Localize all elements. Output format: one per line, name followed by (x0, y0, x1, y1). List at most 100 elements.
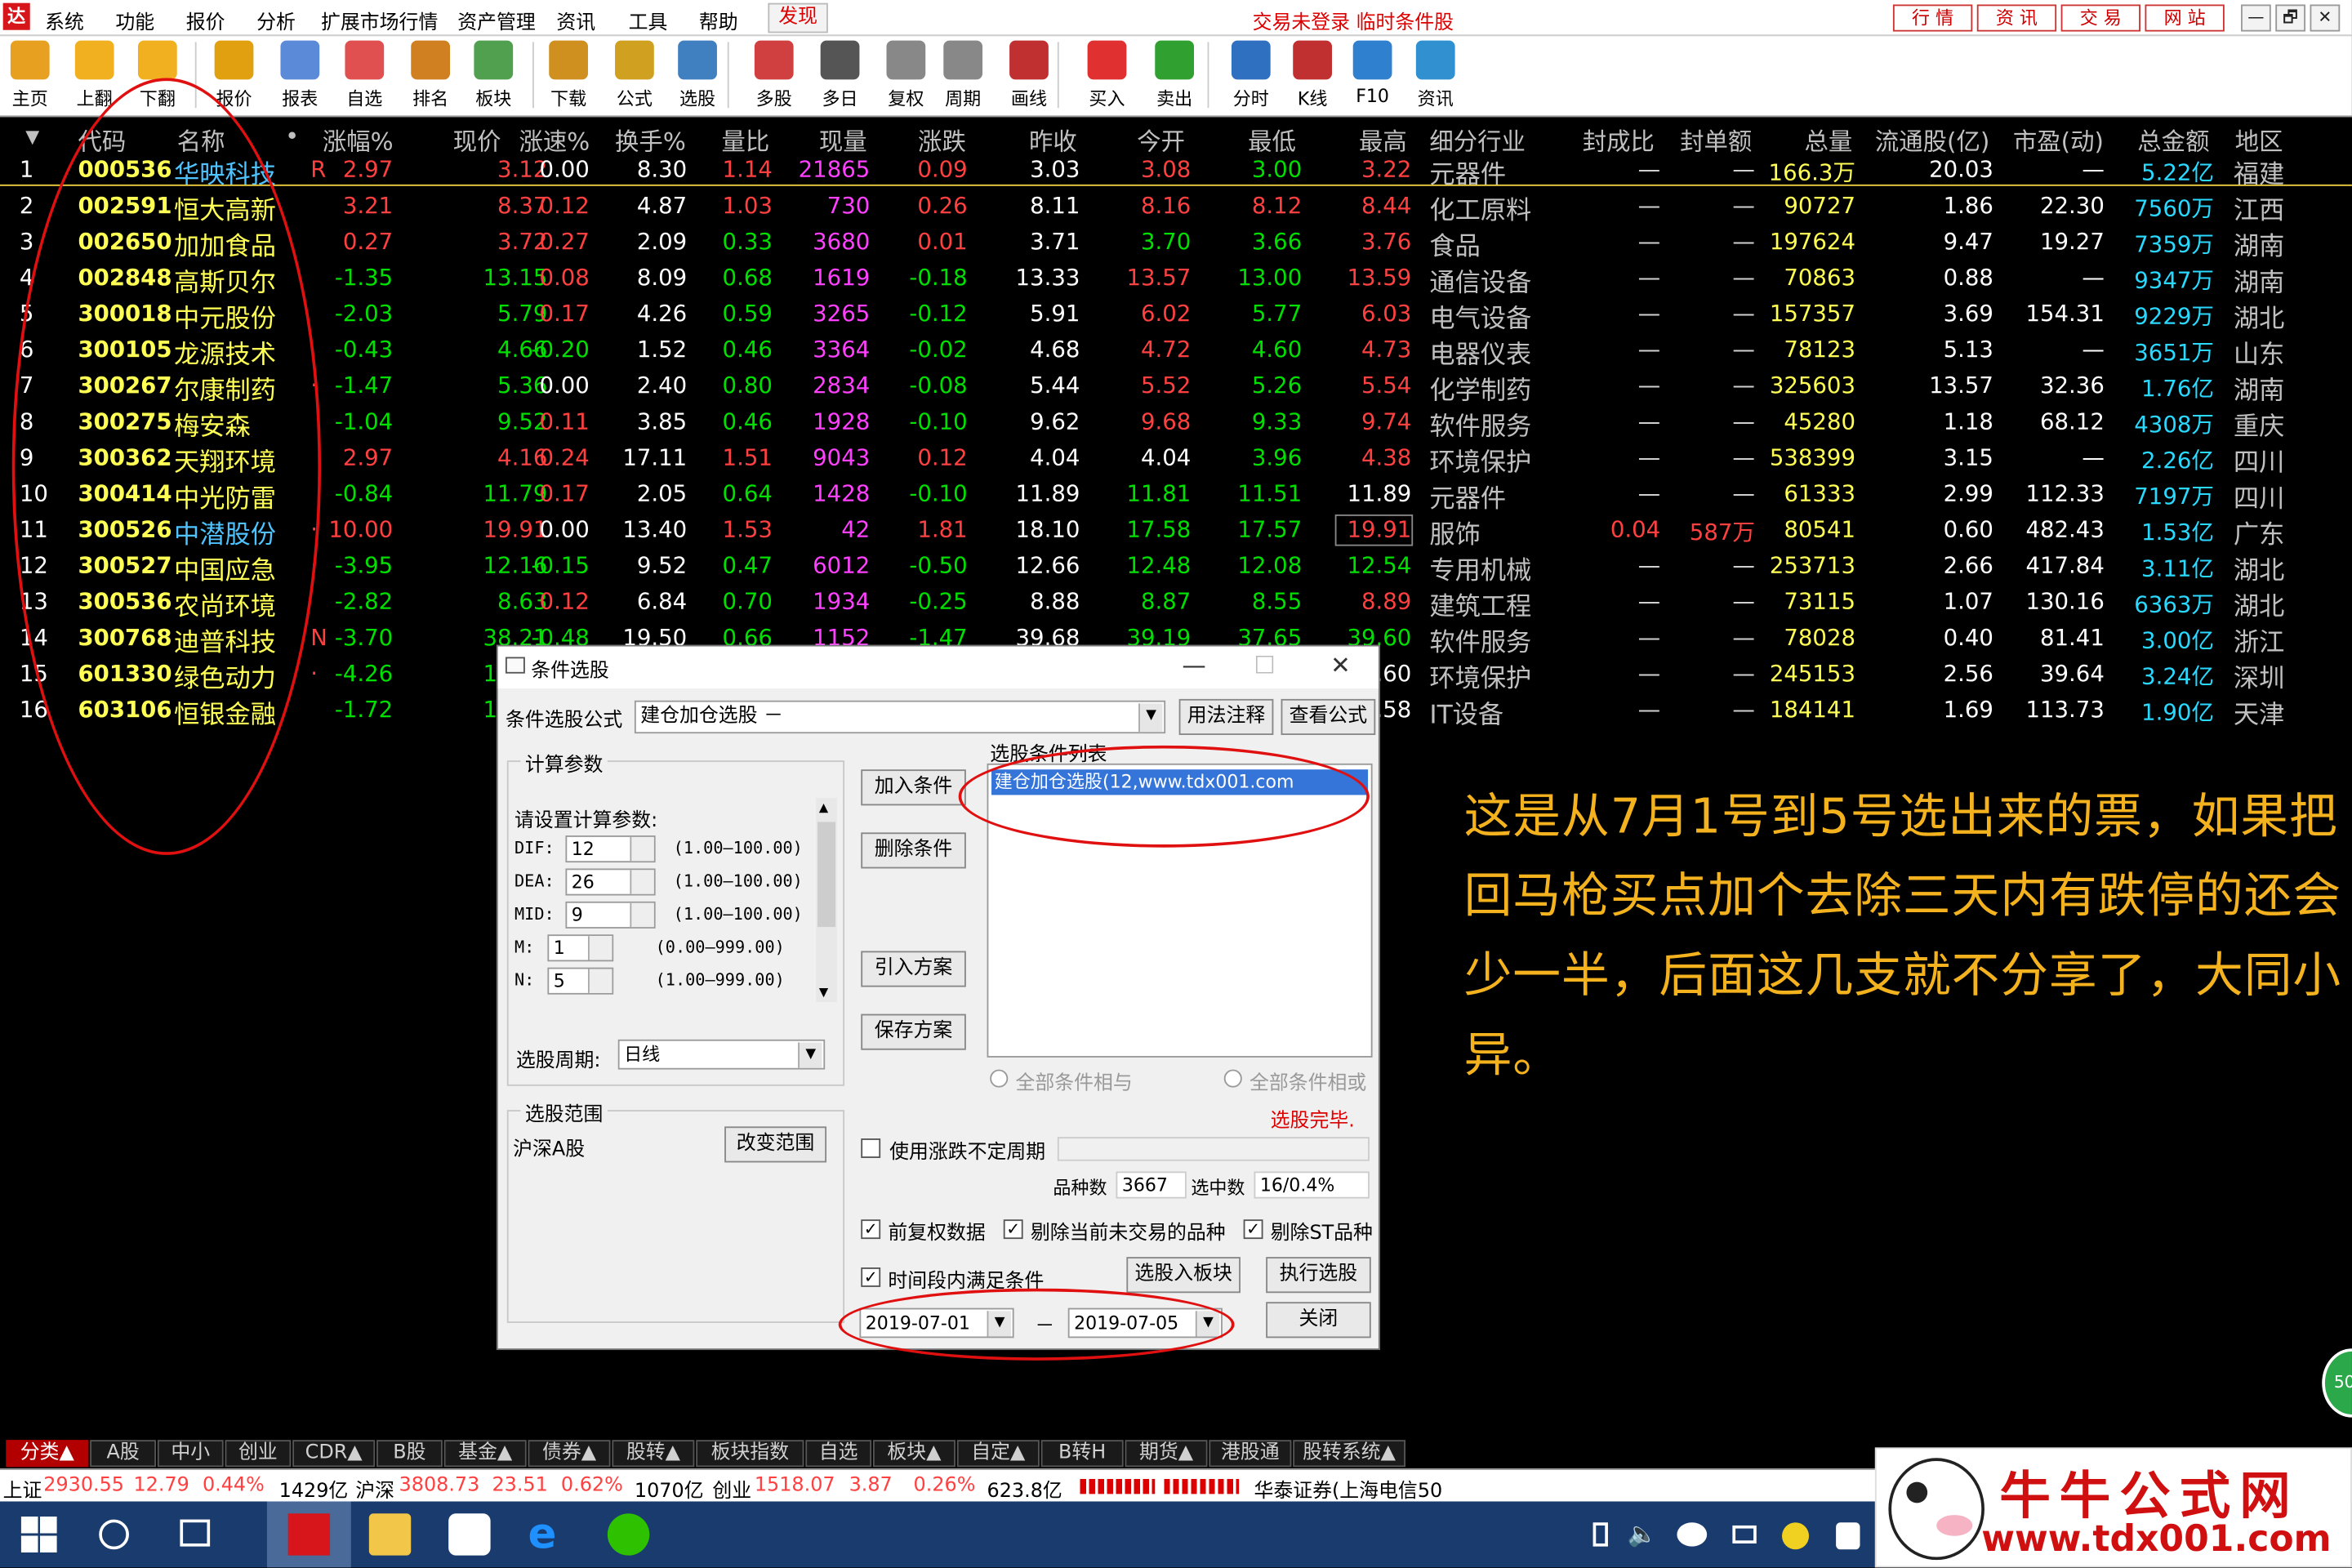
tab-9[interactable]: 板块指数 (696, 1440, 804, 1468)
add-to-block-button[interactable]: 选股入板块 (1126, 1257, 1241, 1294)
condition-list[interactable]: 建仓加仓选股(12,www.tdx001.com (987, 763, 1373, 1058)
adjust-rights-checkbox[interactable]: ✓ (861, 1219, 881, 1240)
table-row[interactable]: 10 300414 中光防雷 -0.84 11.79 0.17 2.05 0.64 1428 -0… (0, 477, 2352, 514)
toolbar-button-2[interactable]: 下翻 (129, 40, 186, 113)
tab-13[interactable]: B转H (1040, 1440, 1124, 1468)
param-input[interactable]: 9 (565, 901, 656, 929)
col-speed[interactable]: 涨速% (519, 122, 590, 158)
table-row[interactable]: 3 002650 加加食品 0.27 3.72 0.27 2.09 0.33 3680 0.01 3… (0, 225, 2352, 263)
cell-code[interactable]: 300105 (78, 336, 172, 363)
cell-name[interactable]: 迪普科技 (174, 621, 276, 659)
delete-condition-button[interactable]: 删除条件 (861, 832, 966, 869)
table-row[interactable]: 6 300105 龙源技术 -0.43 4.66 -0.20 1.52 0.46 3364 -0.… (0, 333, 2352, 370)
col-total-volume[interactable]: 总量 (1805, 122, 1853, 158)
tab-12[interactable]: 自定▲ (956, 1440, 1040, 1468)
close-button[interactable]: ✕ (2310, 4, 2341, 32)
toolbar-button-4[interactable]: 报表 (271, 40, 328, 113)
menu-assets[interactable]: 资产管理 (457, 6, 536, 35)
view-formula-button[interactable]: 查看公式 (1281, 698, 1376, 735)
cell-code[interactable]: 002848 (78, 264, 172, 291)
tab-11[interactable]: 板块▲ (872, 1440, 956, 1468)
menu-tools[interactable]: 工具 (629, 6, 668, 35)
spin-arrows-icon[interactable] (630, 902, 654, 928)
cell-code[interactable]: 000536 (78, 156, 172, 183)
chevron-down-icon[interactable]: ▼ (798, 1042, 822, 1068)
radio-or[interactable] (1223, 1069, 1242, 1088)
exclude-st-checkbox[interactable]: ✓ (1243, 1219, 1263, 1240)
col-seal-amount[interactable]: 封单额 (1680, 122, 1752, 158)
toolbar-button-16[interactable]: 买入 (1079, 40, 1136, 113)
usage-notes-button[interactable]: 用法注释 (1178, 698, 1274, 735)
quick-site-button[interactable]: 网 站 (2145, 4, 2225, 32)
col-price[interactable]: 现价 (453, 122, 501, 158)
toolbar-button-7[interactable]: 板块 (465, 40, 522, 113)
scroll-down-icon[interactable]: ▼ (819, 986, 828, 1000)
toolbar-button-3[interactable]: 报价 (206, 40, 263, 113)
date-from-input[interactable]: 2019-07-01 ▼ (859, 1307, 1014, 1339)
cell-code[interactable]: 002650 (78, 228, 172, 255)
col-float-shares[interactable]: 流通股(亿) (1875, 122, 1990, 158)
exclude-notrade-checkbox[interactable]: ✓ (1003, 1219, 1023, 1240)
tab-2[interactable]: 中小 (157, 1440, 224, 1468)
table-row[interactable]: 4 002848 高斯贝尔 -1.35 13.15 0.08 8.09 0.68 1619 -0.… (0, 261, 2352, 298)
tab-0[interactable]: 分类▲ (6, 1440, 89, 1468)
taskbar-app-tdx-active[interactable] (266, 1501, 351, 1568)
cell-name[interactable]: 恒大高新 (174, 189, 276, 227)
cell-name[interactable]: 中潜股份 (174, 513, 276, 550)
col-chg-pct[interactable]: 涨幅% (323, 122, 394, 158)
col-low[interactable]: 最低 (1248, 122, 1296, 158)
camera-icon[interactable] (448, 1513, 491, 1556)
change-scope-button[interactable]: 改变范围 (724, 1126, 827, 1163)
col-prev-close[interactable]: 昨收 (1029, 122, 1077, 158)
chevron-down-icon[interactable]: ▼ (987, 1311, 1011, 1337)
wechat-tray-icon[interactable] (1677, 1522, 1708, 1547)
menu-ext-market[interactable]: 扩展市场行情 (321, 6, 438, 35)
volume-icon[interactable]: 🔈 (1628, 1520, 1669, 1561)
param-input[interactable]: 12 (565, 835, 656, 863)
spin-arrows-icon[interactable] (587, 936, 612, 960)
quick-quotes-button[interactable]: 行 情 (1892, 4, 1973, 32)
toolbar-button-12[interactable]: 多日 (812, 40, 869, 113)
menu-news[interactable]: 资讯 (556, 6, 595, 35)
table-row[interactable]: 5 300018 中元股份 -2.03 5.79 0.17 4.26 0.59 3265 -0.1… (0, 297, 2352, 335)
col-mark[interactable]: • (285, 122, 299, 150)
tab-14[interactable]: 期货▲ (1125, 1440, 1208, 1468)
menu-help[interactable]: 帮助 (699, 6, 738, 35)
cell-code[interactable]: 300267 (78, 372, 172, 399)
spin-arrows-icon[interactable] (630, 870, 654, 894)
toolbar-button-11[interactable]: 多股 (746, 40, 803, 113)
toolbar-button-19[interactable]: K线 (1284, 40, 1341, 113)
period-select[interactable]: 日线 ▼ (617, 1039, 826, 1070)
save-plan-button[interactable]: 保存方案 (861, 1013, 966, 1050)
cell-name[interactable]: 尔康制药 (174, 369, 276, 407)
col-open[interactable]: 今开 (1137, 122, 1185, 158)
param-input[interactable]: 1 (547, 934, 614, 962)
tab-8[interactable]: 股转▲ (612, 1440, 695, 1468)
minimize-button[interactable]: — (2241, 4, 2271, 32)
cell-name[interactable]: 加加食品 (174, 225, 276, 263)
toolbar-button-10[interactable]: 选股 (669, 40, 726, 113)
col-diff[interactable]: 涨跌 (918, 122, 966, 158)
table-row[interactable]: 2 002591 恒大高新 3.21 8.37 0.12 4.87 1.03 730 0.26 8.… (0, 189, 2352, 227)
dialog-close-icon[interactable]: ✕ (1330, 651, 1351, 679)
condition-list-item[interactable]: 建仓加仓选股(12,www.tdx001.com (991, 769, 1369, 795)
chevron-down-icon[interactable]: ▼ (1138, 703, 1163, 733)
tab-7[interactable]: 债券▲ (528, 1440, 611, 1468)
toolbar-button-20[interactable]: F10 (1344, 40, 1401, 113)
menu-analysis[interactable]: 分析 (256, 6, 296, 35)
table-row[interactable]: 8 300275 梅安森 -1.04 9.52 0.11 3.85 0.46 1928 -0.10… (0, 405, 2352, 443)
wechat-icon[interactable] (607, 1513, 650, 1556)
cell-name[interactable]: 中元股份 (174, 297, 276, 335)
menu-quote[interactable]: 报价 (186, 6, 225, 35)
table-row[interactable]: 9 300362 天翔环境 2.97 4.16 0.24 17.11 1.51 9043 0.12… (0, 441, 2352, 479)
col-high[interactable]: 最高 (1359, 122, 1407, 158)
col-pe[interactable]: 市盈(动) (2013, 122, 2104, 158)
search-icon[interactable] (99, 1519, 129, 1550)
cell-name[interactable]: 恒银金融 (174, 693, 276, 731)
use-period-checkbox[interactable] (861, 1138, 881, 1158)
toolbar-button-6[interactable]: 排名 (402, 40, 459, 113)
cell-code[interactable]: 300018 (78, 300, 172, 327)
formula-select[interactable]: 建仓加仓选股 － ▼ (634, 700, 1166, 734)
cell-code[interactable]: 300275 (78, 408, 172, 435)
battery-icon[interactable] (1592, 1522, 1608, 1547)
